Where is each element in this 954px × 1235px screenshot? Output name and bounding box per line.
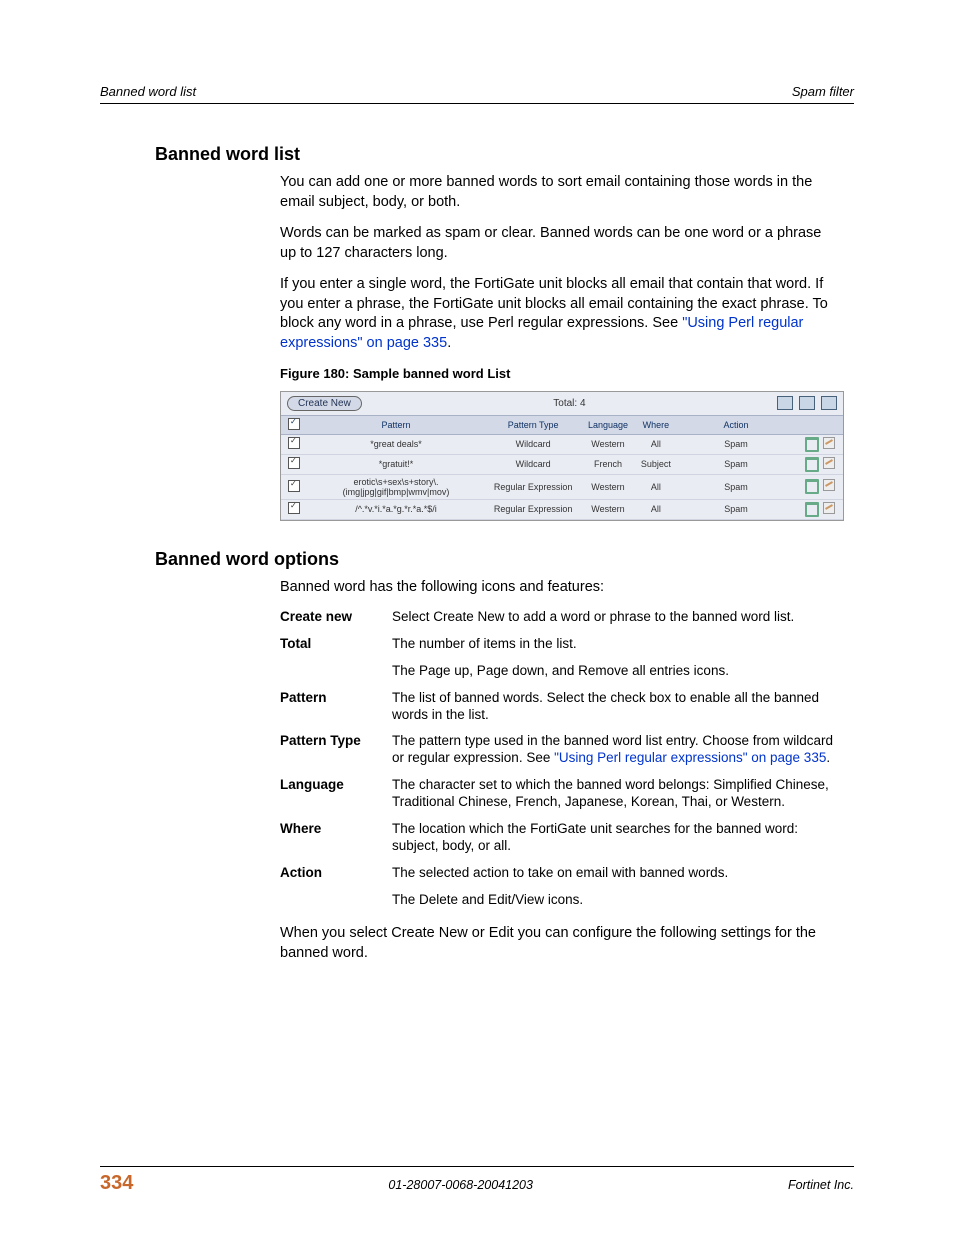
cell-language: Western xyxy=(581,499,634,519)
option-label: Where xyxy=(280,821,392,855)
delete-icon[interactable] xyxy=(805,502,819,517)
cell-pattern: /^.*v.*i.*a.*g.*r.*a.*$/i xyxy=(307,499,485,519)
toolbar-icons xyxy=(777,396,837,410)
cell-language: Western xyxy=(581,434,634,454)
table-row: /^.*v.*i.*a.*g.*r.*a.*$/iRegular Express… xyxy=(281,499,843,519)
option-description: The Delete and Edit/View icons. xyxy=(392,892,583,909)
option-row: Pattern TypeThe pattern type used in the… xyxy=(280,733,840,767)
option-label xyxy=(280,892,392,909)
col-pattern: Pattern xyxy=(307,415,485,434)
table-row: *gratuit!*WildcardFrenchSubjectSpam xyxy=(281,454,843,474)
delete-icon[interactable] xyxy=(805,457,819,472)
figure-caption: Figure 180: Sample banned word List xyxy=(280,366,840,381)
option-row: ActionThe selected action to take on ema… xyxy=(280,865,840,882)
col-action: Action xyxy=(677,415,795,434)
option-label: Language xyxy=(280,777,392,811)
cell-pattern: erotic\s+sex\s+story\.(img|jpg|gif|bmp|w… xyxy=(307,474,485,499)
screenshot-banned-word-list: Create New Total: 4 Pattern Pattern Type… xyxy=(280,391,844,521)
total-count: Total: 4 xyxy=(362,398,777,409)
page-down-icon[interactable] xyxy=(799,396,815,410)
cell-pattern-type: Regular Expression xyxy=(485,499,581,519)
cell-language: French xyxy=(581,454,634,474)
cell-action: Spam xyxy=(677,499,795,519)
header-left: Banned word list xyxy=(100,84,196,99)
page-number: 334 xyxy=(100,1172,133,1195)
option-label xyxy=(280,663,392,680)
option-label: Action xyxy=(280,865,392,882)
edit-icon[interactable] xyxy=(823,479,835,491)
page-up-icon[interactable] xyxy=(777,396,793,410)
section-heading-banned-word-list: Banned word list xyxy=(155,144,854,165)
cell-pattern: *great deals* xyxy=(307,434,485,454)
cell-where: Subject xyxy=(635,454,677,474)
col-language: Language xyxy=(581,415,634,434)
cross-reference-link[interactable]: "Using Perl regular expressions" on page… xyxy=(554,750,826,765)
option-description: The selected action to take on email wit… xyxy=(392,865,728,882)
table-row: *great deals*WildcardWesternAllSpam xyxy=(281,434,843,454)
paragraph: You can add one or more banned words to … xyxy=(280,173,840,212)
option-row: WhereThe location which the FortiGate un… xyxy=(280,821,840,855)
cell-action: Spam xyxy=(677,454,795,474)
delete-icon[interactable] xyxy=(805,437,819,452)
section-heading-banned-word-options: Banned word options xyxy=(155,549,854,570)
row-checkbox[interactable] xyxy=(288,457,300,469)
edit-icon[interactable] xyxy=(823,502,835,514)
document-id: 01-28007-0068-20041203 xyxy=(388,1178,533,1192)
option-label: Total xyxy=(280,636,392,653)
option-label: Pattern xyxy=(280,690,392,724)
cell-where: All xyxy=(635,474,677,499)
col-where: Where xyxy=(635,415,677,434)
option-label: Pattern Type xyxy=(280,733,392,767)
option-row: LanguageThe character set to which the b… xyxy=(280,777,840,811)
option-description: The Page up, Page down, and Remove all e… xyxy=(392,663,729,680)
cell-action: Spam xyxy=(677,434,795,454)
option-description: The location which the FortiGate unit se… xyxy=(392,821,840,855)
cell-where: All xyxy=(635,499,677,519)
create-new-button[interactable]: Create New xyxy=(287,396,362,411)
option-description: The pattern type used in the banned word… xyxy=(392,733,840,767)
text-run: . xyxy=(447,335,451,351)
option-description: The character set to which the banned wo… xyxy=(392,777,840,811)
cell-language: Western xyxy=(581,474,634,499)
option-row: The Delete and Edit/View icons. xyxy=(280,892,840,909)
page-footer: 334 01-28007-0068-20041203 Fortinet Inc. xyxy=(100,1166,854,1195)
delete-icon[interactable] xyxy=(805,479,819,494)
row-checkbox[interactable] xyxy=(288,502,300,514)
option-description: The number of items in the list. xyxy=(392,636,577,653)
paragraph: If you enter a single word, the FortiGat… xyxy=(280,275,840,353)
option-description: The list of banned words. Select the che… xyxy=(392,690,840,724)
select-all-checkbox[interactable] xyxy=(288,418,300,430)
cell-action: Spam xyxy=(677,474,795,499)
remove-all-icon[interactable] xyxy=(821,396,837,410)
cell-pattern: *gratuit!* xyxy=(307,454,485,474)
header-right: Spam filter xyxy=(792,84,854,99)
company-name: Fortinet Inc. xyxy=(788,1178,854,1192)
option-row: The Page up, Page down, and Remove all e… xyxy=(280,663,840,680)
paragraph: Words can be marked as spam or clear. Ba… xyxy=(280,224,840,263)
cell-pattern-type: Wildcard xyxy=(485,454,581,474)
edit-icon[interactable] xyxy=(823,457,835,469)
options-table: Create newSelect Create New to add a wor… xyxy=(280,609,840,908)
banned-word-table: Pattern Pattern Type Language Where Acti… xyxy=(281,415,843,520)
table-header-row: Pattern Pattern Type Language Where Acti… xyxy=(281,415,843,434)
option-description: Select Create New to add a word or phras… xyxy=(392,609,794,626)
option-row: TotalThe number of items in the list. xyxy=(280,636,840,653)
table-row: erotic\s+sex\s+story\.(img|jpg|gif|bmp|w… xyxy=(281,474,843,499)
option-row: PatternThe list of banned words. Select … xyxy=(280,690,840,724)
paragraph: Banned word has the following icons and … xyxy=(280,578,840,598)
edit-icon[interactable] xyxy=(823,437,835,449)
cell-pattern-type: Regular Expression xyxy=(485,474,581,499)
row-checkbox[interactable] xyxy=(288,480,300,492)
paragraph: When you select Create New or Edit you c… xyxy=(280,924,840,963)
option-row: Create newSelect Create New to add a wor… xyxy=(280,609,840,626)
col-pattern-type: Pattern Type xyxy=(485,415,581,434)
row-checkbox[interactable] xyxy=(288,437,300,449)
running-header: Banned word list Spam filter xyxy=(100,84,854,104)
cell-where: All xyxy=(635,434,677,454)
option-label: Create new xyxy=(280,609,392,626)
cell-pattern-type: Wildcard xyxy=(485,434,581,454)
